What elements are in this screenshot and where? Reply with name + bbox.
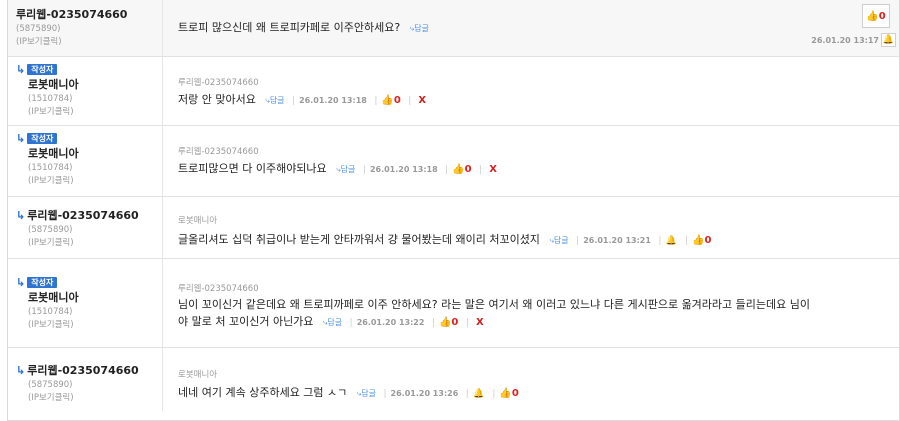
comment-body: 로봇매니아 글올리셔도 십덕 취급이나 받는게 안타까워서 걍 물어봤는데 왜이…: [178, 214, 889, 248]
author-badge: 작성자: [27, 133, 58, 144]
comment-nickname[interactable]: 로봇매니아: [28, 76, 162, 92]
bell-icon[interactable]: 🔔: [665, 236, 677, 246]
reply-target-name: 로봇매니아: [178, 370, 218, 380]
thumbs-up-icon[interactable]: 👍: [381, 95, 393, 106]
comment-user-id: (1510784): [28, 94, 73, 104]
comment-text-line-1: 님이 꼬이신거 같은데요 왜 트로피까페로 이주 안하세요? 라는 말은 여기서…: [178, 298, 810, 311]
comment-text: 네네 여기 계속 상주하세요 그럼 ㅅㄱ: [178, 386, 348, 399]
reply-button[interactable]: ⤷답글: [357, 389, 376, 398]
thumbs-up-icon[interactable]: 👍: [452, 164, 464, 175]
comment-body: 루리웹-0235074660 트로피많으면 다 이주해야되나요 ⤷답글 | 26.…: [178, 145, 889, 177]
reply-arrow-icon: ↳: [16, 364, 26, 377]
comment-body: 트로피 많으신데 왜 트로피카페로 이주안하세요? ⤷답글: [178, 19, 889, 36]
like-count: 0: [704, 235, 712, 246]
comment-user-id: (5875890): [28, 225, 73, 235]
comment-author-panel: ↳ 루리웹-0235074660 (5875890) (IP보기클릭): [8, 348, 163, 411]
comment-date: 26.01.20 13:21: [583, 236, 651, 245]
comment-body: 로봇매니아 네네 여기 계속 상주하세요 그럼 ㅅㄱ ⤷답글 | 26.01.20…: [178, 368, 889, 401]
comment-text: 저랑 안 맞아서요: [178, 93, 256, 106]
report-bell-button[interactable]: 🔔: [881, 33, 896, 47]
comment-row: ↳ 작성자 로봇매니아 (1510784) (IP보기클릭) 루리웹-023507…: [8, 259, 899, 348]
reply-button[interactable]: ⤷답글: [323, 318, 342, 327]
comment-date: 26.01.20 13:18: [369, 165, 438, 174]
thumbs-up-icon: 👍: [866, 11, 879, 22]
ip-view-link[interactable]: (IP보기클릭): [28, 236, 162, 248]
thumbs-up-icon[interactable]: 👍: [439, 317, 451, 328]
reply-button[interactable]: ⤷답글: [336, 165, 355, 174]
like-count: 0: [464, 164, 472, 175]
comment-date: 26.01.20 13:17: [811, 36, 879, 45]
comment-author-panel: ↳ 작성자 로봇매니아 (1510784) (IP보기클릭): [8, 126, 163, 196]
comment-author-panel: 루리웹-0235074660 (5875890) (IP보기클릭): [8, 0, 163, 56]
like-count: 0: [511, 388, 519, 399]
author-badge: 작성자: [27, 64, 58, 75]
comment-text: 트로피많으면 다 이주해야되나요: [178, 162, 327, 175]
ip-view-link[interactable]: (IP보기클릭): [28, 174, 162, 186]
comment-text-line-2: 야 말로 처 꼬이신거 아닌가요: [178, 315, 314, 328]
comment-user-id: (1510784): [28, 163, 73, 173]
comment-row: 루리웹-0235074660 (5875890) (IP보기클릭) 트로피 많으…: [8, 0, 899, 57]
comment-date: 26.01.20 13:18: [299, 96, 367, 105]
like-count: 0: [878, 11, 886, 22]
comment-date: 26.01.20 13:22: [356, 318, 425, 327]
comment-author-panel: ↳ 작성자 로봇매니아 (1510784) (IP보기클릭): [8, 57, 163, 125]
comment-nickname[interactable]: 루리웹-0235074660: [27, 209, 138, 222]
comment-nickname[interactable]: 로봇매니아: [28, 289, 162, 305]
bell-icon: 🔔: [882, 35, 895, 45]
reply-target-name: 루리웹-0235074660: [178, 78, 259, 88]
comment-body: 루리웹-0235074660 님이 꼬이신거 같은데요 왜 트로피까페로 이주 …: [178, 282, 889, 330]
reply-arrow-icon: ↳: [16, 209, 26, 222]
reply-button[interactable]: ⤷답글: [265, 96, 284, 105]
bell-icon[interactable]: 🔔: [473, 389, 485, 399]
ip-view-link[interactable]: (IP보기클릭): [28, 391, 162, 403]
comment-nickname[interactable]: 로봇매니아: [28, 145, 162, 161]
thumbs-up-icon[interactable]: 👍: [499, 388, 511, 399]
reply-target-name: 루리웹-0235074660: [178, 284, 259, 294]
comment-row: ↳ 루리웹-0235074660 (5875890) (IP보기클릭) 로봇매니아…: [8, 348, 899, 411]
like-count: 0: [393, 95, 401, 106]
comment-text: 글올리셔도 십덕 취급이나 받는게 안타까워서 걍 물어봤는데 왜이리 처꼬이셨…: [178, 233, 540, 246]
comment-nickname[interactable]: 루리웹-0235074660: [16, 6, 162, 22]
delete-button[interactable]: X: [489, 164, 497, 175]
comment-list: 루리웹-0235074660 (5875890) (IP보기클릭) 트로피 많으…: [7, 0, 900, 421]
like-button[interactable]: 👍0: [862, 4, 890, 28]
thumbs-up-icon[interactable]: 👍: [692, 235, 704, 246]
comment-body: 루리웹-0235074660 저랑 안 맞아서요 ⤷답글 | 26.01.20 1…: [178, 76, 889, 108]
reply-arrow-icon: ↳: [16, 132, 26, 145]
ip-view-link[interactable]: (IP보기클릭): [28, 105, 162, 117]
delete-button[interactable]: X: [418, 95, 426, 106]
reply-button[interactable]: ⤷답글: [410, 24, 429, 33]
like-count: 0: [451, 317, 459, 328]
comment-author-panel: ↳ 작성자 로봇매니아 (1510784) (IP보기클릭): [8, 259, 163, 347]
ip-view-link[interactable]: (IP보기클릭): [16, 35, 162, 47]
ip-view-link[interactable]: (IP보기클릭): [28, 318, 162, 330]
comment-row: ↳ 작성자 로봇매니아 (1510784) (IP보기클릭) 루리웹-023507…: [8, 57, 899, 126]
reply-arrow-icon: ↳: [16, 276, 26, 289]
comment-row: ↳ 루리웹-0235074660 (5875890) (IP보기클릭) 로봇매니아…: [8, 197, 899, 259]
delete-button[interactable]: X: [476, 317, 484, 328]
reply-target-name: 루리웹-0235074660: [178, 147, 259, 157]
reply-button[interactable]: ⤷답글: [549, 236, 568, 245]
comment-date: 26.01.20 13:26: [390, 389, 459, 398]
comment-nickname[interactable]: 루리웹-0235074660: [27, 364, 138, 377]
author-badge: 작성자: [27, 277, 58, 288]
comment-text: 트로피 많으신데 왜 트로피카페로 이주안하세요?: [178, 21, 401, 34]
comment-user-id: (5875890): [28, 380, 73, 390]
reply-target-name: 로봇매니아: [178, 216, 218, 226]
comment-author-panel: ↳ 루리웹-0235074660 (5875890) (IP보기클릭): [8, 197, 163, 258]
comment-user-id: (5875890): [16, 24, 61, 34]
comment-user-id: (1510784): [28, 307, 73, 317]
comment-row: ↳ 작성자 로봇매니아 (1510784) (IP보기클릭) 루리웹-023507…: [8, 126, 899, 197]
reply-arrow-icon: ↳: [16, 63, 26, 76]
